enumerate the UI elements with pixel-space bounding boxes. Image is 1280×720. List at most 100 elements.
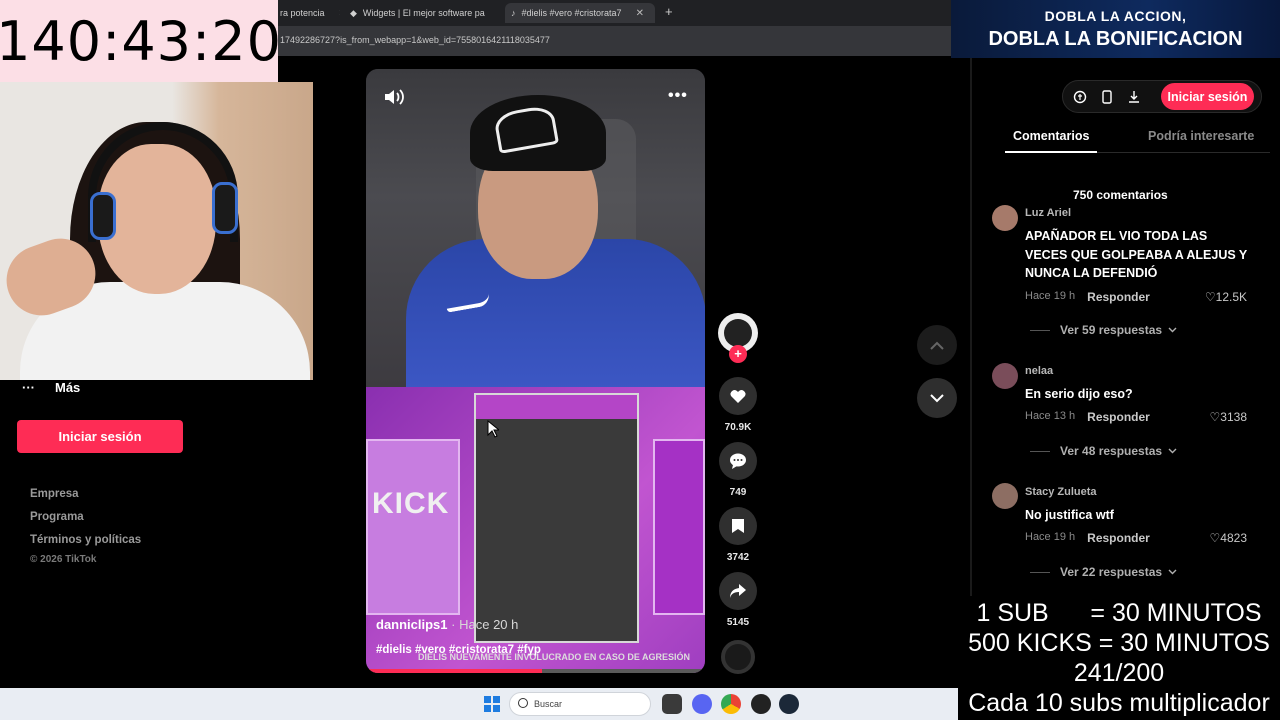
phone-icon[interactable] [1098, 88, 1116, 106]
video-panel-left [366, 439, 460, 615]
comment-like-button[interactable]: ♡12.5K [1195, 290, 1247, 304]
stream-timer: 140:43:20 [0, 0, 281, 82]
chevron-up-icon [930, 341, 944, 350]
tab-recommended[interactable]: Podría interesarte [1148, 129, 1254, 143]
tab-comments[interactable]: Comentarios [1013, 129, 1089, 143]
comment-time: Hace 19 h [1025, 531, 1076, 543]
steam-icon[interactable] [779, 694, 799, 714]
tab-title: ra potencia [280, 8, 325, 18]
comment-text: APAÑADOR EL VIO TODA LAS VECES QUE GOLPE… [1025, 229, 1248, 280]
chrome-icon[interactable] [721, 694, 741, 714]
chevron-down-icon [1168, 448, 1177, 454]
tab-title: #dielis #vero #cristorata7 [521, 8, 622, 18]
video-frame-top [366, 69, 705, 389]
avatar[interactable] [992, 363, 1018, 389]
avatar[interactable] [992, 483, 1018, 509]
share-arrow-icon [730, 584, 746, 598]
comment-count: 749 [729, 487, 747, 498]
browser-tab-active[interactable]: ♪ #dielis #vero #cristorata7 ✕ [505, 3, 655, 23]
follow-plus-icon[interactable]: + [729, 345, 747, 363]
music-disc-icon[interactable] [721, 640, 755, 674]
earcup-right-shape [212, 182, 238, 234]
view-replies-button[interactable]: Ver 48 respuestas [1030, 444, 1177, 458]
subathon-line: 500 KICKS = 30 MINUTOS [968, 629, 1270, 657]
reply-button[interactable]: Responder [1087, 410, 1150, 424]
search-icon [518, 698, 528, 708]
footer-links: Empresa Programa Términos y políticas [30, 488, 141, 557]
comment-username[interactable]: Stacy Zulueta [1025, 486, 1097, 498]
save-count: 3742 [726, 552, 750, 563]
save-button[interactable] [719, 507, 757, 545]
browser-tab[interactable]: ◆ Widgets | El mejor software pa ✕ [350, 3, 495, 23]
subathon-line: 1 SUB = 30 MINUTOS [976, 599, 1262, 627]
bookmark-icon [732, 519, 744, 533]
tab-active-indicator [1005, 151, 1097, 153]
comment-text: En serio dijo eso? [1025, 387, 1133, 401]
taskbar-search-input[interactable]: Buscar [509, 692, 651, 716]
video-author[interactable]: danniclips1 [376, 617, 448, 632]
taskbar-search-placeholder: Buscar [534, 699, 563, 709]
view-replies-button[interactable]: Ver 59 respuestas [1030, 323, 1177, 337]
header-login-button[interactable]: Iniciar sesión [1161, 83, 1254, 110]
comment-meta: Hace 19 h Responder [1025, 290, 1150, 304]
progress-fill [366, 669, 543, 673]
browser-tab[interactable]: ra potencia ✕ [280, 3, 340, 23]
url-text[interactable]: 17492286727?is_from_webapp=1&web_id=7558… [280, 35, 550, 45]
comment-username[interactable]: nelaa [1025, 365, 1053, 377]
chevron-down-icon [930, 393, 944, 402]
reply-button[interactable]: Responder [1087, 531, 1150, 545]
promo-line-1: DOBLA LA ACCION, [1044, 8, 1187, 24]
video-player[interactable]: KICK ••• danniclips1 · Hace 20 h DIELIS … [366, 69, 705, 673]
like-button[interactable] [719, 377, 757, 415]
next-video-button[interactable] [917, 378, 957, 418]
comment-total: 750 comentarios [1073, 188, 1168, 202]
video-panel-right [653, 439, 705, 615]
video-posted-time: Hace 20 h [459, 617, 519, 632]
comment-time: Hace 19 h [1025, 290, 1076, 302]
comment-like-count: 4823 [1220, 531, 1247, 545]
speaker-icon[interactable] [383, 87, 405, 107]
promo-banner: DOBLA LA ACCION, DOBLA LA BONIFICACION [951, 0, 1280, 58]
previous-video-button[interactable] [917, 325, 957, 365]
footer-link-programa[interactable]: Programa [30, 511, 141, 534]
comment-meta: Hace 19 h Responder [1025, 531, 1150, 545]
comment-like-button[interactable]: ♡3138 [1195, 410, 1247, 424]
view-replies-button[interactable]: Ver 22 respuestas [1030, 565, 1177, 579]
diamond-icon: ◆ [350, 7, 357, 18]
video-hashtags[interactable]: #dielis #vero #cristorata7 #fyp [376, 644, 541, 656]
discord-icon[interactable] [692, 694, 712, 714]
sidebar-item-more[interactable]: ··· Más [22, 380, 80, 395]
video-progress-bar[interactable] [366, 669, 705, 673]
avatar[interactable] [992, 205, 1018, 231]
share-button[interactable] [719, 572, 757, 610]
tab-title: Widgets | El mejor software pa [362, 8, 485, 18]
heart-outline-icon: ♡ [1204, 290, 1216, 304]
reply-button[interactable]: Responder [1087, 290, 1150, 304]
tiktok-icon: ♪ [511, 8, 516, 18]
coin-icon[interactable] [1071, 88, 1089, 106]
close-tab-icon[interactable]: ✕ [339, 8, 340, 19]
download-icon[interactable] [1125, 88, 1143, 106]
more-dots-icon[interactable]: ••• [668, 87, 688, 105]
windows-start-icon[interactable] [484, 696, 500, 712]
comment-time: Hace 13 h [1025, 410, 1076, 422]
file-explorer-icon[interactable] [662, 694, 682, 714]
kick-text: KICK [372, 487, 450, 520]
comment-button[interactable] [719, 442, 757, 480]
footer-link-empresa[interactable]: Empresa [30, 488, 141, 511]
comment-text: No justifica wtf [1025, 508, 1114, 522]
obs-icon[interactable] [751, 694, 771, 714]
video-caption: danniclips1 · Hace 20 h [376, 617, 519, 632]
sidebar-login-button[interactable]: Iniciar sesión [17, 420, 183, 453]
comment-meta: Hace 13 h Responder [1025, 410, 1150, 424]
comment-like-button[interactable]: ♡4823 [1195, 531, 1247, 545]
new-tab-icon[interactable]: + [665, 4, 673, 19]
close-tab-icon[interactable]: ✕ [636, 8, 644, 19]
subathon-overlay: 1 SUB = 30 MINUTOS 500 KICKS = 30 MINUTO… [958, 598, 1280, 720]
like-count: 70.9K [724, 422, 752, 433]
subathon-line: 241/200 [1073, 659, 1165, 687]
heart-icon [730, 390, 746, 403]
panel-divider [970, 56, 972, 596]
comment-username[interactable]: Luz Ariel [1025, 207, 1071, 219]
heart-outline-icon: ♡ [1209, 410, 1221, 424]
